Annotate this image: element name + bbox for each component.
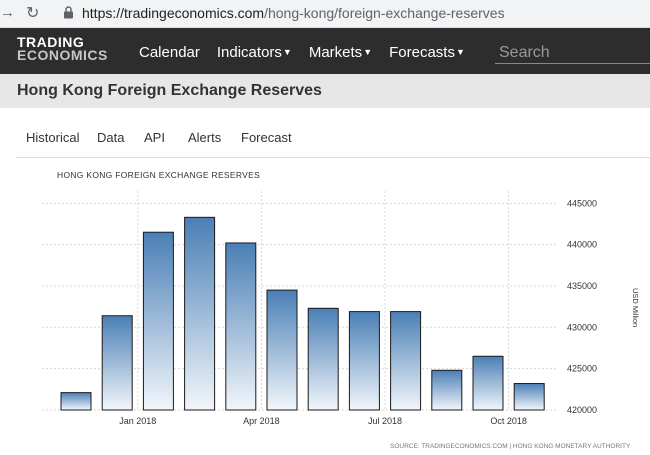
nav-markets-label: Markets <box>308 44 363 61</box>
y-tick-label: 435000 <box>567 281 597 291</box>
bar[interactable] <box>513 383 545 411</box>
y-tick-label: 420000 <box>567 405 597 415</box>
bar-chart: HONG KONG FOREIGN EXCHANGE RESERVES 4200… <box>42 170 640 450</box>
logo-line-2: ECONOMICS <box>17 47 108 63</box>
bar[interactable] <box>101 315 133 411</box>
nav-forecasts-label: Forecasts <box>389 44 455 61</box>
bar[interactable] <box>390 311 422 411</box>
site-header: TRADING ECONOMICS Calendar Indicators▼ M… <box>0 28 650 74</box>
bar[interactable] <box>348 311 380 411</box>
bar[interactable] <box>307 307 339 411</box>
nav-indicators-label: Indicators <box>216 44 282 61</box>
search-input[interactable]: Search <box>495 42 650 64</box>
tab-historical[interactable]: Historical <box>26 130 79 145</box>
tab-data[interactable]: Data <box>97 130 124 145</box>
chart-title: HONG KONG FOREIGN EXCHANGE RESERVES <box>57 170 260 180</box>
lock-icon <box>64 6 73 19</box>
bar[interactable] <box>266 289 298 411</box>
chart-container: HONG KONG FOREIGN EXCHANGE RESERVES 4200… <box>16 158 650 455</box>
url-domain: https://tradingeconomics.com <box>82 5 265 21</box>
chart-source: SOURCE: TRADINGECONOMICS.COM | HONG KONG… <box>390 443 631 450</box>
nav-calendar[interactable]: Calendar <box>139 44 200 61</box>
bar[interactable] <box>142 231 174 411</box>
main-nav: Calendar Indicators▼ Markets▼ Forecasts▼ <box>139 44 482 61</box>
page-title: Hong Kong Foreign Exchange Reserves <box>17 82 322 99</box>
caret-down-icon: ▼ <box>363 47 373 57</box>
url-field[interactable]: https://tradingeconomics.com/hong-kong/f… <box>82 5 505 21</box>
y-tick-label: 430000 <box>567 322 597 332</box>
tab-api[interactable]: API <box>144 130 165 145</box>
browser-address-bar: → ↻ https://tradingeconomics.com/hong-ko… <box>0 0 650 28</box>
x-tick-label: Jul 2018 <box>368 416 402 426</box>
site-logo[interactable]: TRADING ECONOMICS <box>17 35 108 63</box>
nav-markets[interactable]: Markets▼ <box>309 44 372 61</box>
bar[interactable] <box>184 216 216 411</box>
y-tick-label: 440000 <box>567 240 597 250</box>
nav-forecasts[interactable]: Forecasts▼ <box>389 44 465 61</box>
x-tick-label: Jan 2018 <box>119 416 156 426</box>
caret-down-icon: ▼ <box>282 47 292 57</box>
bar[interactable] <box>60 392 92 411</box>
page-title-bar: Hong Kong Foreign Exchange Reserves <box>0 74 650 108</box>
nav-indicators[interactable]: Indicators▼ <box>217 44 292 61</box>
back-arrow-icon[interactable]: → <box>0 4 15 21</box>
y-axis-label: USD Million <box>631 288 640 327</box>
url-path: /hong-kong/foreign-exchange-reserves <box>264 5 505 21</box>
tab-alerts[interactable]: Alerts <box>188 130 221 145</box>
reload-icon[interactable]: ↻ <box>26 3 39 23</box>
bar[interactable] <box>431 369 463 411</box>
caret-down-icon: ▼ <box>455 47 465 57</box>
tab-forecast[interactable]: Forecast <box>241 130 292 145</box>
bar[interactable] <box>225 242 257 411</box>
x-tick-label: Apr 2018 <box>243 416 280 426</box>
y-tick-label: 425000 <box>567 364 597 374</box>
y-tick-label: 445000 <box>567 198 597 208</box>
bar[interactable] <box>472 355 504 411</box>
x-tick-label: Oct 2018 <box>490 416 527 426</box>
